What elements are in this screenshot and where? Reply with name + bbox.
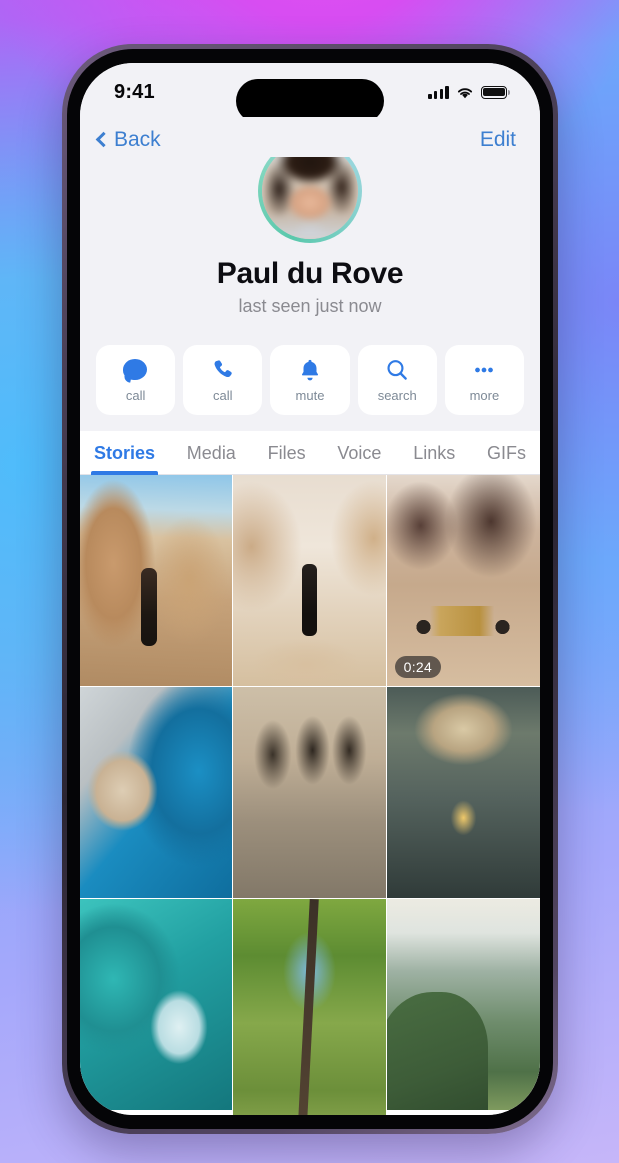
profile-status: last seen just now bbox=[238, 296, 382, 316]
status-bar-time: 9:41 bbox=[114, 80, 155, 103]
story-tile[interactable] bbox=[233, 687, 387, 899]
status-bar-indicators bbox=[428, 85, 510, 99]
avatar-image bbox=[262, 143, 358, 239]
story-tile[interactable] bbox=[80, 899, 234, 1111]
page-title: Paul du Rove bbox=[216, 257, 404, 290]
story-duration-badge: 0:24 bbox=[394, 656, 442, 678]
tab-links[interactable]: Links bbox=[413, 443, 455, 474]
story-tile[interactable] bbox=[233, 475, 387, 687]
story-tile[interactable]: 0:24 bbox=[386, 475, 540, 687]
ellipsis-icon bbox=[475, 367, 494, 373]
battery-full-icon bbox=[481, 85, 510, 99]
tab-gifs[interactable]: GIFs bbox=[487, 443, 526, 474]
action-buttons-row: call call mute search more bbox=[80, 331, 540, 431]
tab-files[interactable]: Files bbox=[268, 443, 306, 474]
tab-media[interactable]: Media bbox=[187, 443, 236, 474]
back-button[interactable]: Back bbox=[95, 128, 161, 152]
mute-action-label: mute bbox=[295, 388, 325, 403]
navigation-bar: Back Edit bbox=[80, 117, 540, 157]
search-action-button[interactable]: search bbox=[357, 345, 437, 415]
message-action-button[interactable]: call bbox=[96, 345, 176, 415]
search-action-label: search bbox=[377, 388, 417, 403]
edit-button[interactable]: Edit bbox=[480, 128, 516, 152]
phone-screen: 9:41 Back Edit Paul du Rove last seen ju… bbox=[80, 63, 540, 1115]
more-action-label: more bbox=[469, 388, 500, 403]
profile-header: Paul du Rove last seen just now bbox=[80, 139, 540, 331]
phone-frame: 9:41 Back Edit Paul du Rove last seen ju… bbox=[62, 44, 558, 1134]
tab-voice[interactable]: Voice bbox=[337, 443, 381, 474]
story-tile[interactable] bbox=[386, 687, 540, 899]
call-action-label: call bbox=[213, 388, 233, 403]
cellular-bars-icon bbox=[428, 85, 449, 99]
phone-bezel: 9:41 Back Edit Paul du Rove last seen ju… bbox=[67, 49, 553, 1129]
back-button-label: Back bbox=[114, 128, 161, 151]
story-tile[interactable] bbox=[386, 899, 540, 1111]
status-bar: 9:41 bbox=[80, 63, 540, 123]
message-bubble-icon bbox=[122, 357, 149, 383]
more-action-button[interactable]: more bbox=[444, 345, 525, 415]
story-tile[interactable] bbox=[80, 687, 234, 899]
call-action-button[interactable]: call bbox=[183, 345, 263, 415]
story-tile[interactable] bbox=[80, 475, 234, 687]
story-tile[interactable] bbox=[233, 899, 387, 1115]
stories-grid: 0:24 bbox=[80, 475, 540, 1115]
content-tabs: Stories Media Files Voice Links GIFs bbox=[80, 431, 540, 475]
chevron-left-icon bbox=[95, 131, 112, 148]
bell-icon bbox=[301, 359, 319, 381]
message-action-label: call bbox=[125, 388, 146, 403]
tab-stories[interactable]: Stories bbox=[90, 443, 159, 475]
search-icon bbox=[387, 360, 408, 380]
wifi-icon bbox=[457, 87, 473, 98]
wallpaper-background: 9:41 Back Edit Paul du Rove last seen ju… bbox=[0, 0, 619, 1163]
mute-action-button[interactable]: mute bbox=[270, 345, 350, 415]
phone-icon bbox=[214, 360, 232, 378]
